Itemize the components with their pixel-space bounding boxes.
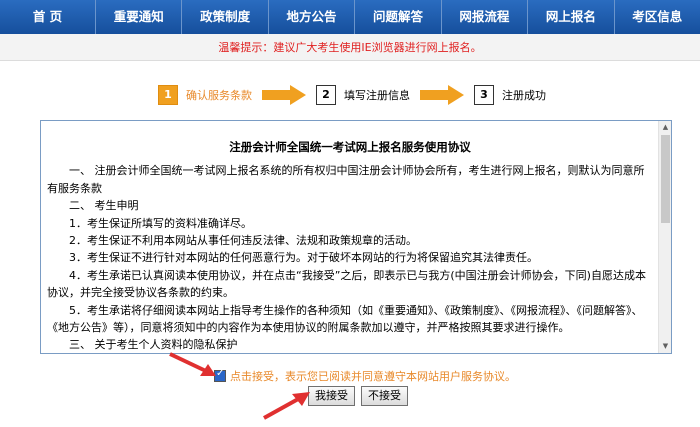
agreement-title: 注册会计师全国统一考试网上报名服务使用协议 [229,140,471,154]
accept-button[interactable]: 我接受 [308,386,355,406]
step-2-label: 填写注册信息 [344,89,410,102]
scroll-down-icon[interactable]: ▼ [659,340,671,353]
step-indicator: 1 确认服务条款 2 填写注册信息 3 注册成功 [158,84,546,106]
agreement-paragraph: 2．考生保证不利用本网站从事任何违反法律、法规和政策规章的活动。 [69,234,417,248]
step-1-number: 1 [158,85,178,105]
agreement-paragraph: 三、 关于考生个人资料的隐私保护 [69,338,238,352]
agreement-box[interactable]: 注册会计师全国统一考试网上报名服务使用协议 一、 注册会计师全国统一考试网上报名… [40,120,672,354]
agreement-paragraph: 一、 注册会计师全国统一考试网上报名系统的所有权归中国注册会计师协会所有，考生进… [47,164,645,195]
arrow-right-icon [420,85,464,105]
agreement-content: 注册会计师全国统一考试网上报名服务使用协议 一、 注册会计师全国统一考试网上报名… [41,121,659,353]
agreement-paragraph: 4．考生承诺已认真阅读本使用协议，并在点击“我接受”之后，即表示已与我方(中国注… [47,268,646,300]
nav-policy[interactable]: 政策制度 [182,0,269,34]
scroll-thumb[interactable] [661,135,670,223]
step-3-number: 3 [474,85,494,105]
accept-row: 点击接受，表示您已阅读并同意遵守本网站用户服务协议。 [214,368,516,384]
agreement-paragraph: 1．考生保证所填写的资料准确详尽。 [69,216,252,230]
nav-important-notice[interactable]: 重要通知 [96,0,183,34]
nav-local-notice[interactable]: 地方公告 [269,0,356,34]
step-2-number: 2 [316,85,336,105]
nav-online-registration[interactable]: 网上报名 [528,0,615,34]
accept-label[interactable]: 点击接受，表示您已阅读并同意遵守本网站用户服务协议。 [230,368,516,384]
nav-process[interactable]: 网报流程 [442,0,529,34]
agreement-paragraph: 二、 考生申明 [69,199,139,213]
nav-home[interactable]: 首 页 [0,0,96,34]
annotation-arrow-icon [169,352,216,376]
button-row: 我接受 不接受 [308,386,414,406]
tip-bar: 温馨提示：建议广大考生使用IE浏览器进行网上报名。 [0,34,700,61]
agreement-scrollbar[interactable]: ▲ ▼ [658,121,671,353]
scroll-up-icon[interactable]: ▲ [659,121,671,134]
agreement-paragraph: 5．考生承诺将仔细阅读本网站上指导考生操作的各种须知（如《重要通知》、《政策制度… [47,303,643,335]
step-3-label: 注册成功 [502,89,546,102]
step-1-label: 确认服务条款 [186,89,252,102]
reject-button[interactable]: 不接受 [361,386,408,406]
nav-exam-area[interactable]: 考区信息 [615,0,700,34]
annotation-arrow-icon [263,392,310,420]
top-nav: 首 页 重要通知 政策制度 地方公告 问题解答 网报流程 网上报名 考区信息 [0,0,700,34]
agreement-paragraph: 3．考生保证不进行针对本网站的任何恶意行为。对于破坏本网站的行为将保留追究其法律… [69,251,538,265]
nav-faq[interactable]: 问题解答 [355,0,442,34]
arrow-right-icon [262,85,306,105]
